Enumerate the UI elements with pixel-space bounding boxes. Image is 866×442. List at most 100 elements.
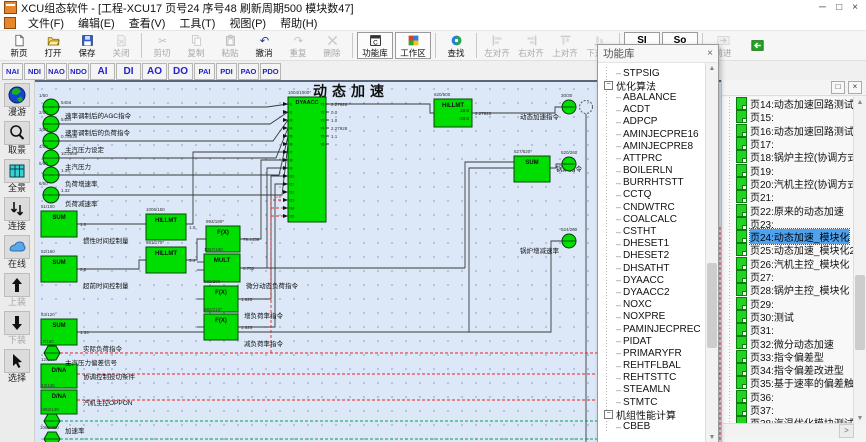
scroll-up-icon[interactable]: ▲	[706, 63, 718, 74]
output-node[interactable]: 524/260锅炉增减速率	[520, 227, 578, 255]
pages-panel-restore-button[interactable]: □	[831, 81, 845, 94]
tree-item-机组性能计算[interactable]: −机组性能计算	[598, 408, 706, 420]
menu-工具[interactable]: 工具(T)	[172, 18, 222, 30]
collapse-icon[interactable]: −	[604, 81, 613, 90]
minimize-button[interactable]: ─	[819, 2, 826, 13]
tab-di[interactable]: DI	[116, 63, 141, 80]
maximize-button[interactable]: □	[836, 2, 842, 13]
page-item[interactable]: 页20:汽机主控(协调方式)	[722, 177, 854, 190]
page-item[interactable]: 页35:基于速率的偏差触发型	[722, 376, 854, 389]
tree-item-DHESET1[interactable]: –DHESET1	[598, 238, 706, 250]
tree-item-PIDAT[interactable]: –PIDAT	[598, 335, 706, 347]
tree-item-ATTPRC[interactable]: –ATTPRC	[598, 152, 706, 164]
tree-item-PRIMARYFR[interactable]: –PRIMARYFR	[598, 347, 706, 359]
page-item[interactable]: 页21:	[722, 190, 854, 203]
back-button[interactable]	[740, 31, 774, 60]
tab-pdi[interactable]: PDI	[216, 63, 237, 80]
tree-item-ACDT[interactable]: –ACDT	[598, 104, 706, 116]
collapse-icon[interactable]: −	[604, 410, 613, 419]
tab-pdo[interactable]: PDO	[260, 63, 281, 80]
library-vertical-scrollbar[interactable]: ▲ ▼	[705, 63, 718, 442]
close-button[interactable]: ×	[852, 2, 858, 13]
page-item[interactable]: 页28:锅炉主控_模块化	[722, 283, 854, 296]
page-item[interactable]: 页37:	[722, 403, 854, 416]
function-library-titlebar[interactable]: 功能库 ×	[598, 45, 718, 63]
tree-item-CSTHT[interactable]: –CSTHT	[598, 225, 706, 237]
page-item-selected[interactable]: 页24:动态加速_模块化	[722, 230, 854, 243]
tree-item-PAMINJECPREC[interactable]: –PAMINJECPREC	[598, 323, 706, 335]
tree-item-AMINJECPRE8[interactable]: –AMINJECPRE8	[598, 140, 706, 152]
tree-item-CBEB[interactable]: –CBEB	[598, 420, 706, 432]
page-item[interactable]: 页17:	[722, 137, 854, 150]
tree-item-ABALANCE[interactable]: –ABALANCE	[598, 91, 706, 103]
tree-item-DYAACC2[interactable]: –DYAACC2	[598, 286, 706, 298]
block-HILLMT[interactable]: HILLMT1006/1501.0	[146, 207, 196, 240]
pages-horizontal-scrollbar[interactable]: >	[722, 423, 854, 437]
tab-nao[interactable]: NAO	[46, 63, 67, 80]
tree-item-DYAACC[interactable]: –DYAACC	[598, 274, 706, 286]
output-node[interactable]: 520/260	[561, 150, 578, 171]
page-item[interactable]: 页33:指令偏差型	[722, 350, 854, 363]
page-item[interactable]: 页19:	[722, 163, 854, 176]
menu-查看[interactable]: 查看(V)	[122, 18, 173, 30]
scrollbar-thumb[interactable]	[707, 263, 717, 348]
func-lib-button[interactable]: C功能库	[357, 32, 393, 59]
scroll-down-icon[interactable]: ▼	[854, 413, 866, 424]
tab-ai[interactable]: AI	[90, 63, 115, 80]
page-item[interactable]: 页29:	[722, 296, 854, 309]
tree-item-CCTQ[interactable]: –CCTQ	[598, 189, 706, 201]
tree-item-STEAMLN[interactable]: –STEAMLN	[598, 384, 706, 396]
tree-item-AMINJECPRE16[interactable]: –AMINJECPRE16	[598, 128, 706, 140]
page-item[interactable]: 页18:锅炉主控(协调方式)	[722, 150, 854, 163]
page-item[interactable]: 页23:	[722, 217, 854, 230]
menu-编辑[interactable]: 编辑(E)	[71, 18, 122, 30]
pages-panel-close-button[interactable]: ×	[848, 81, 862, 94]
pages-vertical-scrollbar[interactable]: ▲ ▼	[853, 97, 866, 424]
page-item[interactable]: 页32:微分动态加速	[722, 336, 854, 349]
block-HILLMT[interactable]: HILLMT981/170*3.4	[146, 240, 196, 273]
workspace-button[interactable]: 工作区	[395, 32, 431, 59]
page-item[interactable]: 页16:动态加速回路测试_2	[722, 124, 854, 137]
scroll-up-icon[interactable]: ▲	[854, 97, 866, 108]
tree-item-BOILERLN[interactable]: –BOILERLN	[598, 165, 706, 177]
tree-item-COALCALC[interactable]: –COALCALC	[598, 213, 706, 225]
tab-nai[interactable]: NAI	[2, 63, 23, 80]
tree-item-CNDWTRC[interactable]: –CNDWTRC	[598, 201, 706, 213]
scrollbar-thumb[interactable]	[855, 275, 865, 350]
scroll-down-icon[interactable]: ▼	[706, 432, 718, 442]
tree-item-REHTSTTC[interactable]: –REHTSTTC	[598, 372, 706, 384]
block-SUM[interactable]: SUM52/1600.8超前时间控制量	[41, 249, 129, 290]
tree-item-BURRHTSTT[interactable]: –BURRHTSTT	[598, 177, 706, 189]
tree-item-NOXC[interactable]: –NOXC	[598, 299, 706, 311]
new-page-button[interactable]: 新页	[2, 31, 36, 60]
capture-tool[interactable]: 取景	[4, 121, 30, 156]
tree-item-NOXPRE[interactable]: –NOXPRE	[598, 311, 706, 323]
tree-item-DHESET2[interactable]: –DHESET2	[598, 250, 706, 262]
block-SUM[interactable]: SUM51/1001.0惯性时间控制量	[41, 204, 129, 245]
tab-do[interactable]: DO	[168, 63, 193, 80]
block-DYAACC[interactable]: DYAACC1004/1000*I1I2I3I4I5I6I7I8I9I10I11…	[275, 90, 348, 222]
tab-ndi[interactable]: NDI	[24, 63, 45, 80]
save-button[interactable]: 保存	[70, 31, 104, 60]
undo-button[interactable]: ↶撤消	[247, 31, 281, 60]
tab-pao[interactable]: PAO	[238, 63, 259, 80]
open-button[interactable]: 打开	[36, 31, 70, 60]
panorama-tool[interactable]: 全景	[4, 159, 30, 194]
menu-帮助[interactable]: 帮助(H)	[273, 18, 324, 30]
block-HILLMT[interactable]: HILLMT620/5002.2792820.0-20.0	[434, 92, 492, 127]
page-item[interactable]: 页30:测试	[722, 310, 854, 323]
page-item[interactable]: 页27:	[722, 270, 854, 283]
page-item[interactable]: 页22:原来的动态加速	[722, 203, 854, 216]
tab-ndo[interactable]: NDO	[68, 63, 89, 80]
connect-tool[interactable]: 连接	[4, 197, 30, 232]
tree-item-REHTFLBAL[interactable]: –REHTFLBAL	[598, 360, 706, 372]
close-icon[interactable]: ×	[707, 48, 713, 59]
roam-tool[interactable]: 漫游	[4, 83, 30, 118]
page-item[interactable]: 页31:	[722, 323, 854, 336]
menu-文件[interactable]: 文件(F)	[21, 18, 71, 30]
page-item[interactable]: 页14:动态加速回路测试_1	[722, 97, 854, 110]
tab-ao[interactable]: AO	[142, 63, 167, 80]
scroll-right-icon[interactable]: >	[839, 424, 854, 438]
online-tool[interactable]: 在线	[4, 235, 30, 270]
tree-item-优化算法[interactable]: −优化算法	[598, 79, 706, 91]
